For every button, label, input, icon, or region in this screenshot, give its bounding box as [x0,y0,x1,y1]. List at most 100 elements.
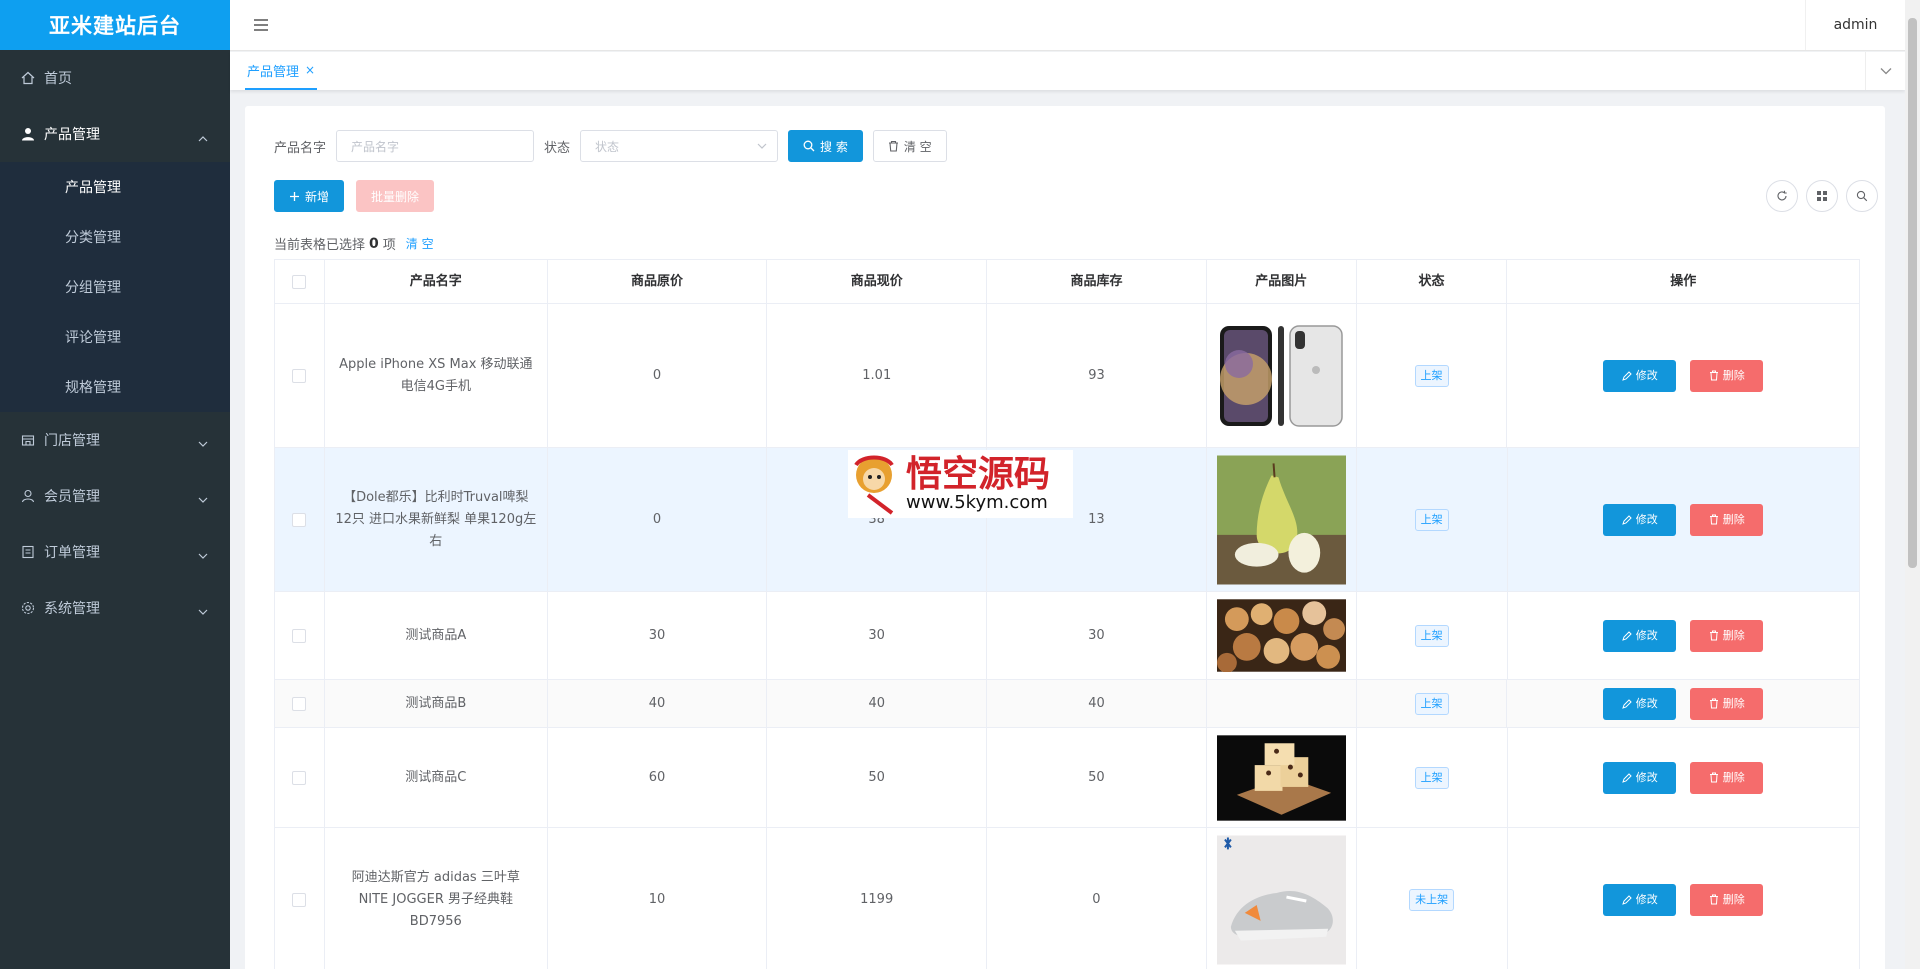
toggle-search-button[interactable] [1846,180,1878,212]
main-card: 产品名字 产品名字 状态 状态 搜 索 清 空 新增 批量删除 当前表格已选择 … [245,106,1885,969]
menu-toggle-icon[interactable] [252,16,270,34]
delete-button[interactable]: 删除 [1690,883,1764,916]
menu-order[interactable]: 订单管理 [0,524,230,580]
chevron-down-icon [757,143,767,149]
product-name-input[interactable]: 产品名字 [336,130,535,162]
row-checkbox[interactable] [292,368,307,383]
column-header: 商品原价 [548,260,768,303]
delete-button[interactable]: 删除 [1690,761,1764,794]
menu-home-label: 首页 [44,71,72,87]
menu-product-group[interactable]: 产品管理 [0,106,230,162]
operations-cell: 修改 删除 [1508,448,1859,591]
edit-button[interactable]: 修改 [1603,359,1677,392]
edit-button[interactable]: 修改 [1603,687,1677,720]
search-button[interactable]: 搜 索 [788,130,863,162]
edit-button[interactable]: 修改 [1603,503,1677,536]
refresh-button[interactable] [1766,180,1798,212]
search-button-label: 搜 索 [820,139,848,154]
product-image-cookies[interactable] [1216,599,1346,672]
original-price-cell: 0 [548,304,768,447]
menu-home[interactable]: 首页 [0,50,230,106]
edit-button[interactable]: 修改 [1603,883,1677,916]
submenu-item-category[interactable]: 分类管理 [0,212,230,262]
chevron-down-icon [198,604,208,620]
delete-button[interactable]: 删除 [1690,503,1764,536]
search-form: 产品名字 产品名字 状态 状态 搜 索 清 空 [274,130,947,162]
selection-suffix: 项 [382,238,396,253]
trash-icon [1709,370,1718,381]
submenu-item-product[interactable]: 产品管理 [0,162,230,212]
menu-order-label: 订单管理 [44,545,100,561]
clear-button[interactable]: 清 空 [872,130,947,162]
app-logo-title[interactable]: 亚米建站后台 [0,0,230,50]
tabs-dropdown-button[interactable] [1865,52,1905,90]
row-checkbox[interactable] [292,770,307,785]
chevron-down-icon [198,548,208,564]
submenu-item-comment[interactable]: 评论管理 [0,312,230,362]
watermark-title: 悟空源码 [906,453,1051,495]
row-checkbox[interactable] [292,696,307,711]
operations-cell: 修改 删除 [1507,304,1859,447]
row-checkbox[interactable] [292,512,307,527]
delete-button[interactable]: 删除 [1690,687,1764,720]
edit-button[interactable]: 修改 [1603,761,1677,794]
column-header: 状态 [1357,260,1508,303]
plus-icon [290,191,299,201]
trash-icon [1709,772,1718,783]
scrollbar-thumb[interactable] [1908,18,1917,568]
page-scrollbar[interactable] [1905,0,1920,969]
table-row[interactable]: 测试商品C 60 50 50 上架 修改 删除 [275,728,1859,828]
product-image-cake[interactable] [1216,734,1346,821]
close-icon[interactable]: × [305,63,315,77]
product-image-shoe[interactable] [1216,835,1346,965]
menu-member[interactable]: 会员管理 [0,468,230,524]
status-badge: 未上架 [1409,888,1455,911]
row-select-cell [275,728,325,827]
delete-button[interactable]: 删除 [1690,619,1764,652]
column-header: 产品名字 [325,260,548,303]
product-image-pear[interactable] [1216,455,1346,585]
monkey-logo-icon [854,455,894,515]
edit-icon [1621,630,1632,641]
delete-button[interactable]: 删除 [1690,359,1764,392]
watermark-url: www.5kym.com [906,492,1048,513]
table-row[interactable]: Apple iPhone XS Max 移动联通电信4G手机 0 1.01 93… [275,304,1859,448]
original-price-cell: 10 [548,828,768,969]
row-select-cell [275,680,325,727]
table-row[interactable]: 阿迪达斯官方 adidas 三叶草 NITE JOGGER 男子经典鞋BD795… [275,828,1859,969]
product-name-cell: 测试商品B [325,680,548,727]
edit-button-label: 修改 [1635,628,1658,642]
operations-cell: 修改 删除 [1508,728,1859,827]
user-menu[interactable]: admin [1805,0,1905,50]
select-all-checkbox[interactable] [292,274,307,289]
product-image-iphone[interactable] [1217,323,1346,428]
status-cell: 未上架 [1357,828,1508,969]
columns-button[interactable] [1806,180,1838,212]
product-image-cell [1207,592,1357,679]
submenu-item-spec[interactable]: 规格管理 [0,362,230,412]
operations-cell: 修改 删除 [1508,828,1859,969]
store-icon [20,432,36,448]
row-select-cell [275,828,325,969]
product-name-cell: 【Dole都乐】比利时Truval啤梨12只 进口水果新鲜梨 单果120g左右 [325,448,548,591]
row-checkbox[interactable] [292,628,307,643]
status-badge: 上架 [1414,624,1449,647]
menu-store[interactable]: 门店管理 [0,412,230,468]
clear-selection-link[interactable]: 清 空 [406,235,434,252]
submenu-item-group[interactable]: 分组管理 [0,262,230,312]
status-select[interactable]: 状态 [580,130,779,162]
add-button[interactable]: 新增 [274,180,345,212]
watermark: 悟空源码 www.5kym.com [848,450,1073,518]
edit-icon [1621,894,1632,905]
trash-icon [1709,698,1718,709]
edit-button[interactable]: 修改 [1603,619,1677,652]
batch-delete-button[interactable]: 批量删除 [356,180,435,212]
search-icon [1856,190,1868,202]
menu-system[interactable]: 系统管理 [0,580,230,636]
row-checkbox[interactable] [292,892,307,907]
tab-product-manage[interactable]: 产品管理 × [245,52,318,90]
tab-label: 产品管理 [247,64,300,80]
trash-icon [1709,514,1718,525]
table-row[interactable]: 测试商品A 30 30 30 上架 修改 删除 [275,592,1859,680]
table-row[interactable]: 测试商品B 40 40 40 上架 修改 删除 [275,680,1859,728]
